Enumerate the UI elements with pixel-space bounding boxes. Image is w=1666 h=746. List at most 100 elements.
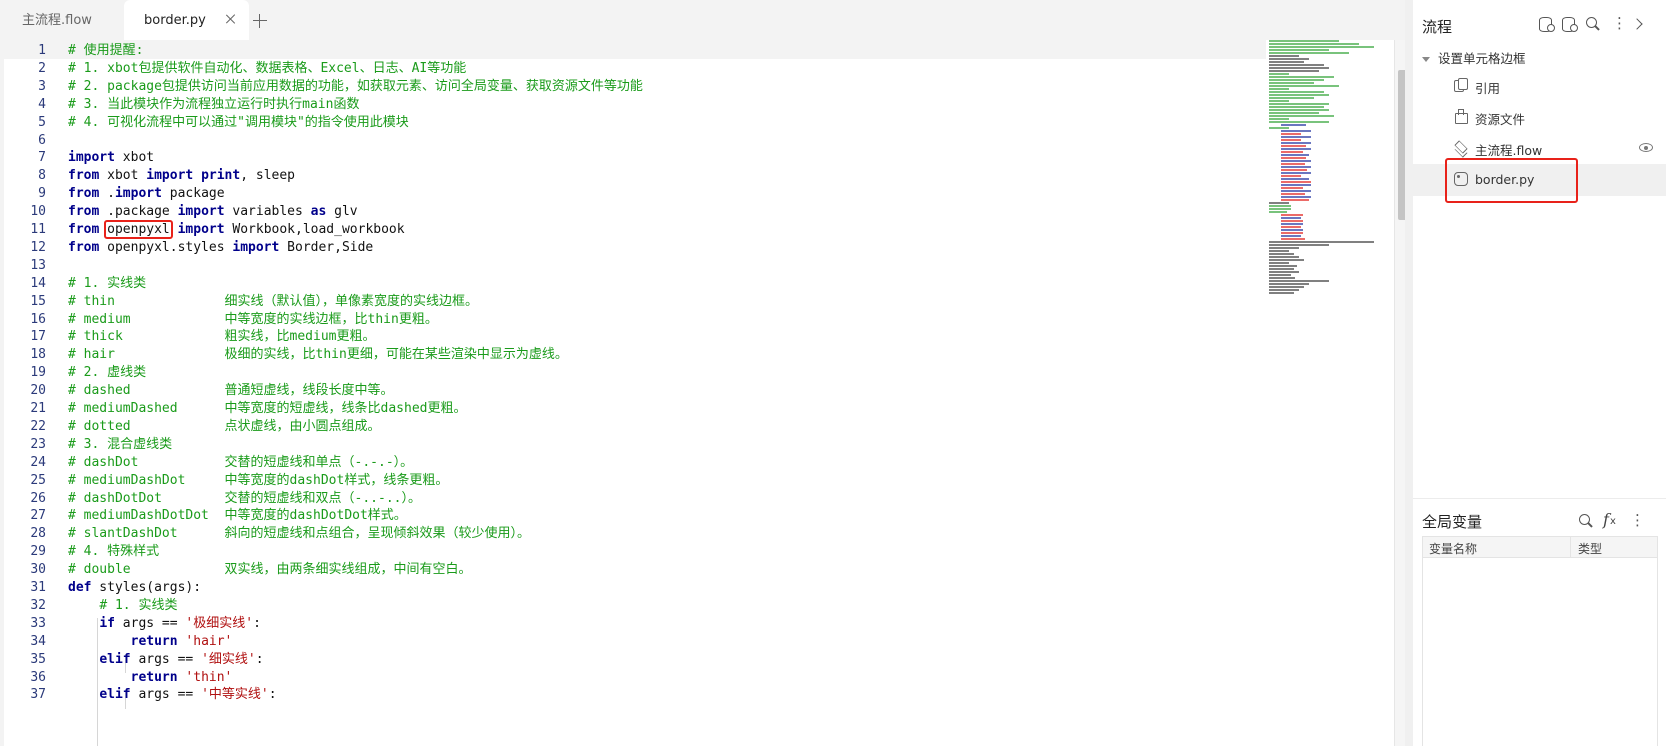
code-line[interactable]: elif args == '细实线': [68,650,263,669]
minimap[interactable] [1269,40,1379,370]
add-data-icon[interactable] [1538,16,1555,32]
eye-icon[interactable] [1639,143,1653,152]
code-line[interactable]: def styles(args): [68,578,201,597]
code-line[interactable]: # dashDot 交替的短虚线和单点（-.-.-）。 [68,453,413,472]
tree-item-resource-files[interactable]: 资源文件 [1413,101,1666,133]
line-number: 6 [38,132,46,148]
comment-token: # dashDot 交替的短虚线和单点（-.-.-）。 [68,454,414,470]
code-line[interactable]: # medium 中等宽度的实线边框，比thin更粗。 [68,310,438,329]
code-line[interactable]: # dashDotDot 交替的短虚线和双点（-..-..）。 [68,489,421,508]
code-line[interactable]: # double 双实线，由两条细实线组成，中间有空白。 [68,560,472,579]
keyword-token: print [201,168,241,184]
line-number: 19 [30,365,46,381]
caret-down-icon[interactable] [1422,57,1430,62]
code-line[interactable]: if args == '极细实线': [68,614,261,633]
minimap-line [1269,253,1294,255]
chevron-right-icon[interactable] [1630,16,1646,32]
code-line[interactable]: # 2. 虚线类 [68,363,146,382]
data-settings-icon[interactable] [1561,16,1578,32]
vertical-scrollbar[interactable] [1394,40,1405,746]
code-line[interactable]: # hair 极细的实线，比thin更细，可能在某些渲染中显示为虚线。 [68,345,568,364]
code-line[interactable]: # thick 粗实线，比medium更粗。 [68,327,376,346]
minimap-line [1269,118,1289,120]
line-number: 31 [30,580,46,595]
code-line[interactable]: from .package import variables as glv [68,202,358,221]
highlighted-token: openpyxl [104,220,173,239]
string-token: '中等实线' [201,687,269,703]
minimap-line [1269,115,1334,117]
flow-panel: 流程 设置单元格边框 引用 资源文件 主流程.flow border.py [1413,0,1666,490]
tree-item-reference[interactable]: 引用 [1413,70,1666,102]
code-line[interactable]: # 3. 当此模块作为流程独立运行时执行main函数 [68,95,359,114]
tab-border-py[interactable]: border.py [124,0,249,40]
minimap-line [1281,175,1301,177]
search-icon[interactable] [1578,513,1594,529]
code-line[interactable]: # 4. 可视化流程中可以通过"调用模块"的指令使用此模块 [68,113,409,132]
comment-token: # hair 极细的实线，比thin更细，可能在某些渲染中显示为虚线。 [68,347,568,363]
tab-main-flow-label: 主流程.flow [22,13,92,28]
code-line[interactable]: from openpyxl.styles import Border,Side [68,238,373,257]
code-line[interactable]: return 'hair' [68,632,233,651]
code-line[interactable]: from openpyxl import Workbook,load_workb… [68,220,405,239]
code-line[interactable]: # mediumDashed 中等宽度的短虚线，线条比dashed更粗。 [68,399,467,418]
minimap-line [1281,148,1311,150]
comment-token: # dotted 点状虚线，由小圆点组成。 [68,418,381,434]
code-line[interactable]: # thin 细实线（默认值），单像素宽度的实线边框。 [68,292,478,311]
code-line[interactable]: # dashed 普通短虚线，线段长度中等。 [68,381,394,400]
function-fx-icon[interactable] [1601,510,1617,529]
code-editor[interactable]: 1 2 3 4 5 6 7 8 9 10 11 12 13 14 15 16 17 18 19 20 21 22 23 24 2… [0,40,1405,746]
minimap-line [1281,139,1301,141]
minimap-line [1281,178,1309,180]
code-line[interactable]: from .import package [68,184,225,203]
more-options-icon[interactable] [1626,511,1645,529]
scrollbar-thumb[interactable] [1398,70,1405,220]
line-number: 14 [30,275,46,291]
code-line[interactable]: elif args == '中等实线': [68,685,276,704]
minimap-line [1281,130,1311,132]
tab-main-flow[interactable]: 主流程.flow [22,0,92,40]
minimap-line [1281,184,1311,186]
search-icon[interactable] [1585,16,1601,32]
code-line[interactable]: # 1. 实线类 [68,274,146,293]
close-icon[interactable] [225,13,237,25]
code-token: package [161,186,225,202]
line-number: 21 [30,401,46,416]
code-line[interactable]: import xbot [68,148,154,167]
add-tab-icon[interactable] [253,14,267,28]
code-line[interactable]: # 3. 混合虚线类 [68,435,172,454]
code-token: styles(args): [91,580,202,595]
code-token: Workbook,load_workbook [224,222,405,237]
variables-table: 变量名称 类型 [1422,536,1658,746]
code-line[interactable]: from xbot import print, sleep [68,166,295,185]
line-number: 17 [30,329,46,345]
code-token: Border,Side [279,239,374,255]
code-line[interactable]: return 'thin' [68,668,233,687]
line-number: 36 [30,669,46,685]
minimap-line [1281,169,1307,171]
line-number: 3 [38,78,46,94]
keyword-token: from [68,239,100,255]
code-line[interactable]: # 1. xbot包提供软件自动化、数据表格、Excel、日志、AI等功能 [68,59,466,78]
comment-token: # mediumDashDot 中等宽度的dashDot样式，线条更粗。 [68,472,449,488]
code-line[interactable]: # slantDashDot 斜向的短虚线和点组合，呈现倾斜效果（较少使用）。 [68,524,530,543]
code-line[interactable]: # 使用提醒: [68,41,143,60]
column-divider[interactable] [1570,537,1571,558]
code-line[interactable]: # mediumDashDotDot 中等宽度的dashDotDot样式。 [68,506,407,525]
code-line[interactable]: # mediumDashDot 中等宽度的dashDot样式，线条更粗。 [68,471,448,490]
more-options-icon[interactable] [1608,14,1627,32]
code-line[interactable]: # 2. package包提供访问当前应用数据的功能，如获取元素、访问全局变量、… [68,77,643,96]
minimap-line [1281,181,1311,183]
comment-token: # 1. 实线类 [68,275,147,291]
code-line[interactable]: # 4. 特殊样式 [68,542,159,561]
panel-divider[interactable] [1405,0,1413,746]
code-line[interactable]: # dotted 点状虚线，由小圆点组成。 [68,417,381,436]
minimap-line [1269,88,1289,90]
keyword-token: elif [99,651,131,667]
minimap-line [1269,73,1289,75]
keyword-token: if [99,615,115,631]
code-line[interactable]: # 1. 实线类 [68,596,177,615]
tree-root-project[interactable]: 设置单元格边框 [1422,48,1526,67]
